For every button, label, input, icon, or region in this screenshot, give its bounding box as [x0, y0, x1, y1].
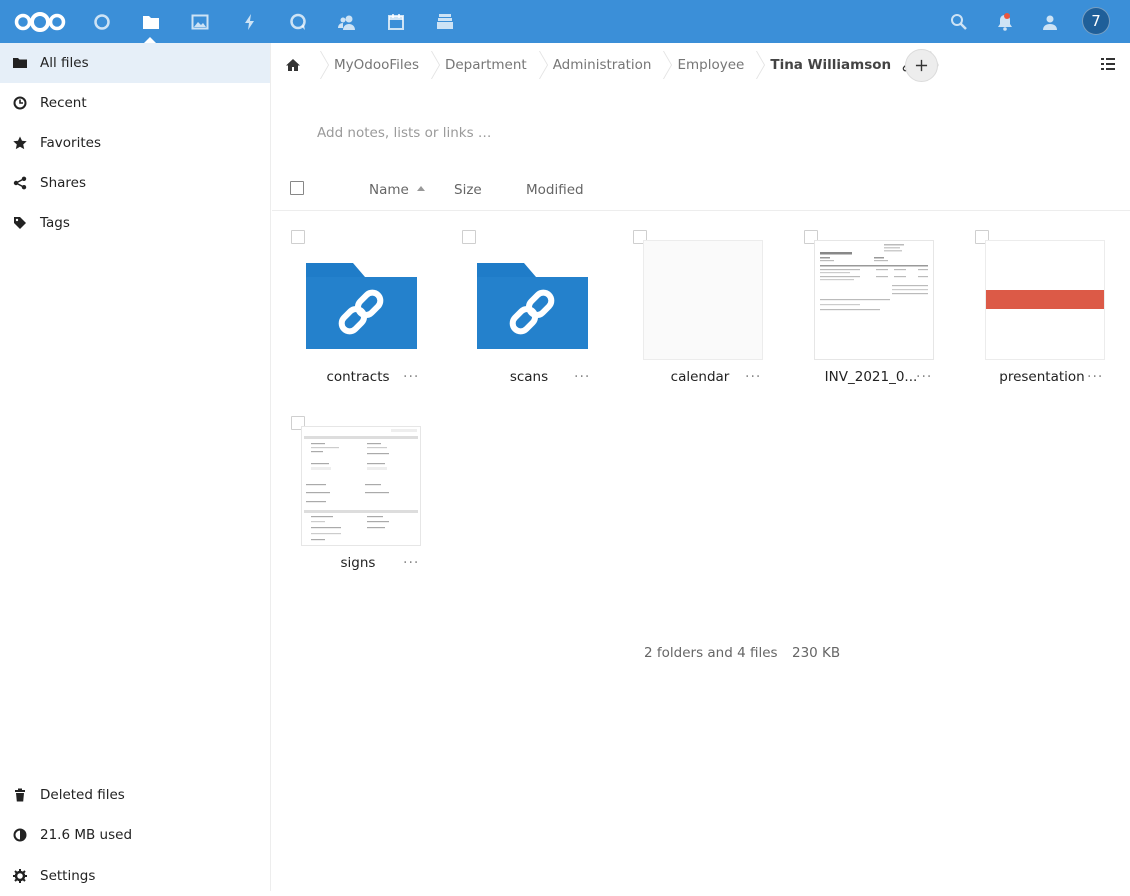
- files-icon[interactable]: [139, 10, 163, 34]
- deck-icon[interactable]: [433, 10, 457, 34]
- list-view-icon[interactable]: [1100, 56, 1116, 72]
- nav-shares[interactable]: Shares: [0, 163, 270, 203]
- contacts-menu-icon[interactable]: [1038, 10, 1062, 34]
- activity-icon[interactable]: [238, 10, 262, 34]
- app-navigation: All files Recent Favorites Shares Tags D…: [0, 43, 271, 891]
- shared-folder-icon: [477, 263, 588, 349]
- file-name[interactable]: presentation: [986, 369, 1098, 385]
- nav-favorites[interactable]: Favorites: [0, 123, 270, 163]
- nav-deleted-files[interactable]: Deleted files: [0, 775, 270, 815]
- file-list-header: Name Size Modified: [272, 169, 1130, 211]
- talk-icon[interactable]: [286, 10, 310, 34]
- gear-icon: [0, 869, 40, 883]
- file-name[interactable]: calendar: [644, 369, 756, 385]
- more-actions-icon[interactable]: ···: [403, 555, 419, 571]
- notification-dot: [1004, 13, 1010, 19]
- file-name[interactable]: INV_2021_0...: [815, 369, 927, 385]
- nav-label: Deleted files: [40, 787, 125, 803]
- share-icon: [0, 176, 40, 190]
- contacts-icon[interactable]: [335, 10, 359, 34]
- breadcrumb-item[interactable]: Administration: [553, 43, 652, 87]
- more-actions-icon[interactable]: ···: [1087, 369, 1103, 385]
- nav-label: Favorites: [40, 135, 101, 151]
- home-icon: [286, 59, 300, 71]
- user-avatar[interactable]: 7: [1082, 7, 1110, 35]
- summary-counts: 2 folders and 4 files: [644, 645, 778, 661]
- search-icon[interactable]: [947, 10, 971, 34]
- file-name[interactable]: contracts: [302, 369, 414, 385]
- trash-icon: [0, 788, 40, 802]
- column-size[interactable]: Size: [454, 182, 482, 198]
- star-icon: [0, 136, 40, 150]
- breadcrumb-home[interactable]: [272, 43, 308, 87]
- file-name[interactable]: signs: [302, 555, 414, 571]
- file-tile[interactable]: presentation ···: [956, 230, 1128, 416]
- top-bar: 7: [0, 0, 1130, 43]
- more-actions-icon[interactable]: ···: [403, 369, 419, 385]
- file-tile[interactable]: signs ···: [272, 416, 444, 602]
- shared-folder-icon: [306, 263, 417, 349]
- file-tile[interactable]: calendar ···: [614, 230, 786, 416]
- column-name[interactable]: Name: [369, 182, 409, 198]
- file-preview-blank: [643, 240, 763, 360]
- new-button[interactable]: [905, 49, 938, 82]
- breadcrumb-separator: [425, 43, 439, 87]
- presentation-preview: [985, 240, 1105, 360]
- photos-icon[interactable]: [188, 10, 212, 34]
- nextcloud-logo[interactable]: [12, 11, 68, 33]
- plus-icon: [915, 59, 928, 72]
- nav-all-files[interactable]: All files: [0, 43, 270, 83]
- nav-tags[interactable]: Tags: [0, 203, 270, 243]
- clock-icon: [0, 96, 40, 110]
- document-preview: [301, 426, 421, 546]
- breadcrumb-item[interactable]: Department: [445, 43, 527, 87]
- nav-quota: 21.6 MB used: [0, 815, 270, 855]
- nav-recent[interactable]: Recent: [0, 83, 270, 123]
- breadcrumb-separator: [314, 43, 328, 87]
- dashboard-icon[interactable]: [90, 10, 114, 34]
- app-content: MyOdooFiles Department Administration Em…: [272, 43, 1130, 891]
- quota-label: 21.6 MB used: [40, 827, 133, 843]
- nav-label: Recent: [40, 95, 87, 111]
- nav-label: Tags: [40, 215, 70, 231]
- rich-workspace-placeholder[interactable]: Add notes, lists or links …: [317, 125, 491, 141]
- folder-icon: [0, 56, 40, 70]
- breadcrumb: MyOdooFiles Department Administration Em…: [272, 43, 1130, 87]
- nav-label: Settings: [40, 868, 96, 884]
- nav-settings[interactable]: Settings: [0, 856, 270, 896]
- nav-label: Shares: [40, 175, 86, 191]
- summary-size: 230 KB: [792, 645, 841, 661]
- notifications-icon[interactable]: [993, 10, 1017, 34]
- file-tile[interactable]: INV_2021_0... ···: [785, 230, 957, 416]
- quota-icon: [0, 828, 40, 842]
- breadcrumb-separator: [750, 43, 764, 87]
- breadcrumb-item[interactable]: MyOdooFiles: [334, 43, 419, 87]
- breadcrumb-item[interactable]: Employee: [677, 43, 744, 87]
- breadcrumb-current[interactable]: Tina Williamson: [770, 43, 914, 87]
- breadcrumb-separator: [533, 43, 547, 87]
- more-actions-icon[interactable]: ···: [916, 369, 932, 385]
- nav-label: All files: [40, 55, 89, 71]
- more-actions-icon[interactable]: ···: [574, 369, 590, 385]
- pdf-preview: [814, 240, 934, 360]
- tag-icon: [0, 216, 40, 230]
- select-all-checkbox[interactable]: [290, 181, 304, 195]
- file-tile[interactable]: contracts ···: [272, 230, 444, 416]
- column-modified[interactable]: Modified: [526, 182, 584, 198]
- calendar-icon[interactable]: [384, 10, 408, 34]
- file-name[interactable]: scans: [473, 369, 585, 385]
- sort-up-icon: [417, 186, 425, 191]
- breadcrumb-separator: [657, 43, 671, 87]
- file-tile[interactable]: scans ···: [443, 230, 615, 416]
- more-actions-icon[interactable]: ···: [745, 369, 761, 385]
